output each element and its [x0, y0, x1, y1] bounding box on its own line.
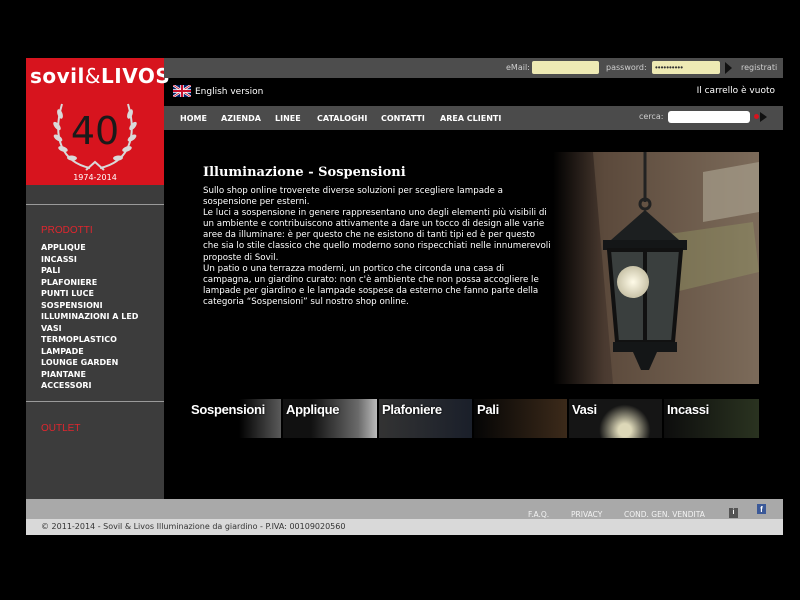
category-label: Plafoniere — [382, 402, 442, 417]
sidebar-item-lampade[interactable]: LAMPADE — [41, 346, 138, 358]
category-tile-applique[interactable]: Applique — [283, 399, 377, 438]
sidebar-item-accessori[interactable]: ACCESSORI — [41, 380, 138, 392]
nav-azienda[interactable]: AZIENDA — [221, 114, 261, 123]
footer-links-bar: F.A.Q. PRIVACY COND. GEN. VENDITA i f — [26, 499, 783, 519]
footer-terms-link[interactable]: COND. GEN. VENDITA — [624, 510, 705, 519]
category-tile-vasi[interactable]: Vasi — [569, 399, 662, 438]
nav-area-clienti[interactable]: AREA CLIENTI — [440, 114, 501, 123]
sidebar-item-vasi[interactable]: VASI — [41, 323, 138, 335]
brand-wordmark: sovil&LIVOS — [30, 64, 170, 88]
sidebar-divider — [26, 401, 164, 402]
page: sovil&LIVOS 40 1974-2014 PRODOTTI APPLIQ… — [26, 58, 783, 535]
category-tile-sospensioni[interactable]: Sospensioni — [188, 399, 281, 438]
content-paragraph: Un patio o una terrazza moderni, un port… — [203, 263, 539, 307]
category-label: Sospensioni — [191, 402, 265, 417]
anniversary-number: 40 — [71, 109, 119, 153]
page-title: Illuminazione - Sospensioni — [203, 165, 406, 180]
search-label: cerca: — [639, 112, 664, 121]
login-bar: eMail: password: registrati — [164, 58, 783, 78]
uk-flag-icon[interactable] — [173, 85, 191, 97]
footer-privacy-link[interactable]: PRIVACY — [571, 510, 602, 519]
sidebar-outlet-link[interactable]: OUTLET — [41, 423, 80, 434]
cart-status[interactable]: Il carrello è vuoto — [697, 86, 775, 96]
brand-ampersand: & — [84, 64, 102, 88]
password-field[interactable] — [652, 61, 720, 74]
nav-linee[interactable]: LINEE — [275, 114, 301, 123]
search-indicator-icon — [754, 114, 759, 119]
category-tile-plafoniere[interactable]: Plafoniere — [379, 399, 472, 438]
laurel-wreath-icon: 40 — [53, 103, 137, 171]
search-submit-arrow-icon[interactable] — [760, 112, 767, 122]
nav-cataloghi[interactable]: CATALOGHI — [317, 114, 367, 123]
footer-copyright-bar: © 2011-2014 - Sovil & Livos Illuminazion… — [26, 519, 783, 535]
register-link[interactable]: registrati — [741, 63, 777, 72]
sidebar-item-led[interactable]: ILLUMINAZIONI A LED — [41, 311, 138, 323]
category-label: Vasi — [572, 402, 597, 417]
sidebar-item-plafoniere[interactable]: PLAFONIERE — [41, 277, 138, 289]
english-version-link[interactable]: English version — [195, 87, 263, 97]
category-label: Applique — [286, 402, 340, 417]
sidebar-item-lounge-garden[interactable]: LOUNGE GARDEN — [41, 357, 138, 369]
sidebar-item-termoplastico[interactable]: TERMOPLASTICO — [41, 334, 138, 346]
sidebar-item-pali[interactable]: PALI — [41, 265, 138, 277]
category-label: Incassi — [667, 402, 709, 417]
email-label: eMail: — [506, 63, 530, 72]
sidebar-product-list: APPLIQUE INCASSI PALI PLAFONIERE PUNTI L… — [41, 242, 138, 392]
content-body: Sullo shop online troverete diverse solu… — [203, 186, 553, 308]
search-input[interactable] — [668, 111, 750, 123]
anniversary-years: 1974-2014 — [73, 173, 117, 182]
content-paragraph: Sullo shop online troverete diverse solu… — [203, 186, 503, 208]
nav-contatti[interactable]: CONTATTI — [381, 114, 425, 123]
email-field[interactable] — [532, 61, 599, 74]
sidebar-item-piantane[interactable]: PIANTANE — [41, 369, 138, 381]
info-icon[interactable]: i — [729, 508, 738, 518]
hero-lantern-image — [553, 152, 759, 384]
nav-home[interactable]: HOME — [180, 114, 207, 123]
sidebar-divider — [26, 204, 164, 205]
brand-name-right: LIVOS — [101, 64, 171, 88]
category-strip: Sospensioni Applique Plafoniere Pali Vas… — [188, 399, 759, 438]
login-submit-arrow-icon[interactable] — [725, 62, 732, 74]
sidebar-heading-products[interactable]: PRODOTTI — [41, 225, 93, 236]
content-paragraph: Le luci a sospensione in genere rapprese… — [203, 208, 551, 263]
sidebar: PRODOTTI APPLIQUE INCASSI PALI PLAFONIER… — [26, 185, 164, 499]
facebook-icon[interactable]: f — [757, 504, 766, 514]
brand-name-left: sovil — [30, 64, 85, 88]
footer-faq-link[interactable]: F.A.Q. — [528, 510, 549, 519]
password-label: password: — [606, 63, 647, 72]
sidebar-item-applique[interactable]: APPLIQUE — [41, 242, 138, 254]
sidebar-item-incassi[interactable]: INCASSI — [41, 254, 138, 266]
category-tile-pali[interactable]: Pali — [474, 399, 567, 438]
sidebar-item-punti-luce[interactable]: PUNTI LUCE — [41, 288, 138, 300]
category-label: Pali — [477, 402, 499, 417]
main-nav: HOME AZIENDA LINEE CATALOGHI CONTATTI AR… — [164, 106, 783, 130]
sidebar-item-sospensioni[interactable]: SOSPENSIONI — [41, 300, 138, 312]
category-tile-incassi[interactable]: Incassi — [664, 399, 759, 438]
brand-logo[interactable]: sovil&LIVOS 40 1974-2014 — [26, 58, 170, 185]
copyright-text: © 2011-2014 - Sovil & Livos Illuminazion… — [41, 522, 346, 531]
